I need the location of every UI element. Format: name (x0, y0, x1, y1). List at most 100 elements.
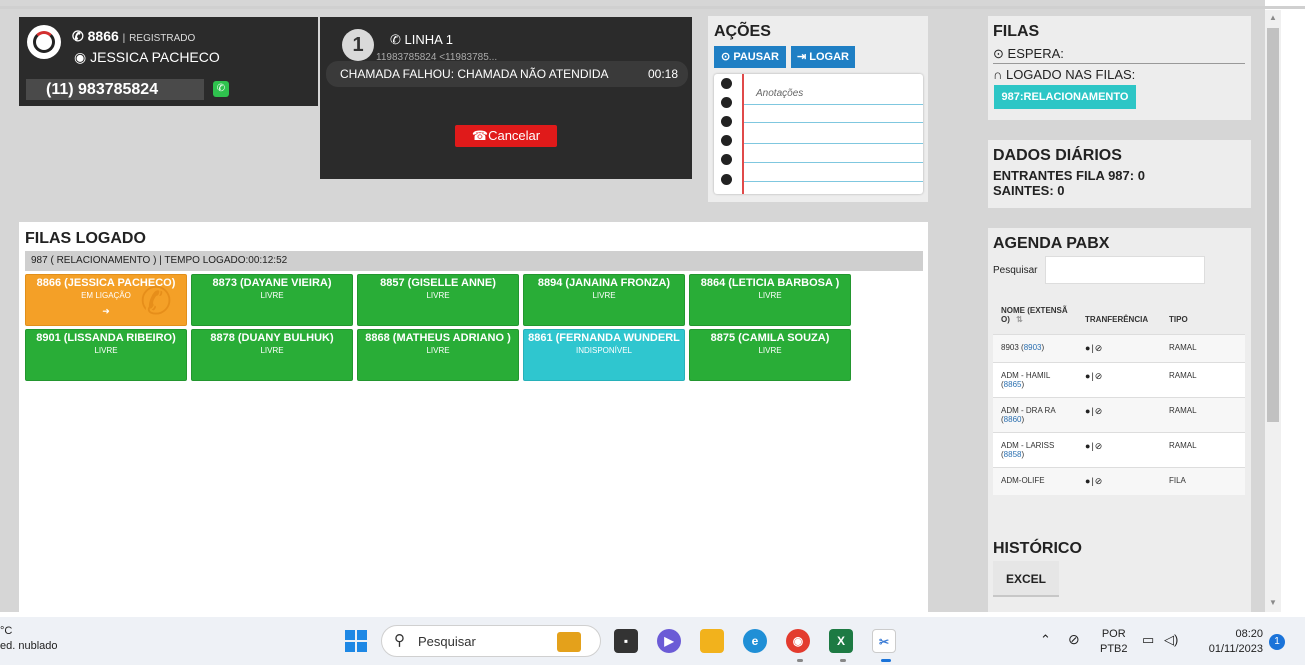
extension-card: ✆ 8866 | REGISTRADO ◉ JESSICA PACHECO (1… (19, 17, 318, 106)
call-status: CHAMADA FALHOU: CHAMADA NÃO ATENDIDA 00:… (326, 61, 688, 87)
scrollbar-thumb[interactable] (1267, 28, 1279, 422)
table-row[interactable]: ADM-OLIFE ●|⊘ FILA (993, 467, 1245, 495)
user-icon[interactable]: ● (1085, 441, 1091, 451)
weather-widget[interactable]: °C ed. nublado (0, 624, 58, 654)
login-button[interactable]: ⇥ LOGAR (791, 46, 855, 68)
vertical-scrollbar[interactable]: ▲ ▼ (1265, 10, 1281, 612)
monitor-icon[interactable]: ▭ (1142, 632, 1154, 648)
taskbar: °C ed. nublado ⚲ Pesquisar ▪ ▶ e ◉ X ✂ ⌃… (0, 617, 1305, 665)
taskbar-search[interactable]: ⚲ Pesquisar (381, 625, 601, 657)
history-panel: HISTÓRICO EXCEL (988, 533, 1251, 612)
table-row[interactable]: ADM - HAMIL (8865) ●|⊘ RAMAL (993, 362, 1245, 398)
task-view-icon[interactable]: ▪ (614, 629, 638, 653)
logged-queues-title: FILAS LOGADO (25, 230, 146, 247)
file-explorer-icon[interactable] (700, 629, 724, 653)
user-circle-icon: ◉ (74, 49, 87, 65)
agent-tile[interactable]: 8861 (FERNANDA WUNDERL INDISPONÍVEL (523, 329, 685, 381)
hangup-icon: ☎ (471, 128, 489, 143)
sort-icon[interactable]: ⇅ (1016, 315, 1023, 324)
snipping-tool-icon[interactable]: ✂ (872, 629, 896, 653)
clock[interactable]: 08:20 01/11/2023 (1199, 627, 1263, 657)
extension-number: 8866 (87, 28, 119, 44)
user-icon[interactable]: ● (1085, 406, 1091, 416)
agent-tile[interactable]: 8901 (LISSANDA RIBEIRO) LIVRE (25, 329, 187, 381)
actions-panel: AÇÕES ⊙ PAUSAR ⇥ LOGAR Anotações (708, 16, 928, 202)
pause-button[interactable]: ⊙ PAUSAR (714, 46, 786, 68)
windows-start-icon[interactable] (345, 630, 367, 652)
agent-name: JESSICA PACHECO (90, 49, 220, 65)
notes-pad[interactable]: Anotações (714, 74, 923, 194)
logo (27, 25, 61, 59)
agent-tile[interactable]: 8878 (DUANY BULHUK) LIVRE (191, 329, 353, 381)
excel-icon[interactable]: X (829, 629, 853, 653)
user-slash-icon[interactable]: ⊘ (1095, 371, 1104, 381)
user-slash-icon[interactable]: ⊘ (1095, 476, 1104, 486)
scroll-up-icon[interactable]: ▲ (1268, 13, 1278, 23)
queue-badge[interactable]: 987:RELACIONAMENTO (994, 85, 1136, 109)
agent-tile[interactable]: 8868 (MATHEUS ADRIANO ) LIVRE (357, 329, 519, 381)
extension-link[interactable]: 8865 (1004, 380, 1022, 389)
user-icon[interactable]: ● (1085, 476, 1091, 486)
sign-in-icon: ⇥ (796, 51, 807, 63)
excel-button[interactable]: EXCEL (993, 561, 1059, 597)
registration-status: REGISTRADO (129, 33, 196, 44)
column-header-type[interactable]: TIPO (1161, 303, 1245, 335)
agent-tile[interactable]: 8857 (GISELLE ANNE) LIVRE (357, 274, 519, 326)
transfer-icons[interactable]: ●|⊘ (1077, 432, 1161, 468)
teams-chat-icon[interactable]: ▶ (657, 629, 681, 653)
phone-icon: ✆ (140, 281, 172, 323)
chevron-up-icon[interactable]: ⌃ (1040, 632, 1051, 648)
phone-icon: ✆ (72, 28, 84, 44)
search-icon: ⚲ (394, 632, 405, 649)
line-card: 1 ✆ LINHA 1 11983785824 <11983785... CHA… (320, 17, 692, 179)
incoming-count: ENTRANTES FILA 987: 0 (993, 168, 1145, 183)
notes-label: Anotações (756, 88, 804, 99)
speaker-icon[interactable]: ◁) (1164, 632, 1178, 648)
language-indicator[interactable]: POR PTB2 (1100, 627, 1128, 657)
agent-tile[interactable]: 8875 (CAMILA SOUZA) LIVRE (689, 329, 851, 381)
user-icon[interactable]: ● (1085, 343, 1091, 353)
agent-tile[interactable]: ✆ 8866 (JESSICA PACHECO) EM LIGAÇÃO ➜ (25, 274, 187, 326)
column-header-transfer[interactable]: TRANFERÊNCIA (1077, 303, 1161, 335)
headphones-icon: ∩ (993, 67, 1003, 82)
user-slash-icon[interactable]: ⊘ (1095, 406, 1104, 416)
user-slash-icon[interactable]: ⊘ (1095, 343, 1104, 353)
search-label: Pesquisar (993, 265, 1038, 276)
logged-queues-label: LOGADO NAS FILAS: (1005, 67, 1136, 82)
cancel-button[interactable]: ☎Cancelar (455, 125, 557, 147)
extension-link[interactable]: 8858 (1004, 450, 1022, 459)
logged-queues-panel: FILAS LOGADO 987 ( RELACIONAMENTO ) | TE… (19, 222, 928, 612)
agent-tile[interactable]: 8873 (DAYANE VIEIRA) LIVRE (191, 274, 353, 326)
agent-tile[interactable]: 8864 (LETICIA BARBOSA ) LIVRE (689, 274, 851, 326)
agent-phone: (11) 983785824 (26, 79, 204, 100)
queues-panel: FILAS ⊙ ESPERA: ∩ LOGADO NAS FILAS: 987:… (988, 16, 1251, 120)
call-status-message: CHAMADA FALHOU: CHAMADA NÃO ATENDIDA (340, 67, 609, 81)
transfer-icons[interactable]: ●|⊘ (1077, 467, 1161, 495)
notification-badge[interactable]: 1 (1269, 634, 1285, 650)
scroll-down-icon[interactable]: ▼ (1268, 598, 1278, 608)
network-off-icon[interactable]: ⊘ (1068, 631, 1080, 648)
actions-title: AÇÕES (714, 23, 771, 40)
user-slash-icon[interactable]: ⊘ (1095, 441, 1104, 451)
directory-search-input[interactable] (1045, 256, 1205, 284)
transfer-icons[interactable]: ●|⊘ (1077, 362, 1161, 398)
extension-link[interactable]: 8903 (1024, 343, 1042, 352)
whatsapp-icon[interactable]: ✆ (213, 81, 229, 97)
extension-link[interactable]: 8860 (1004, 415, 1022, 424)
user-icon[interactable]: ● (1085, 371, 1091, 381)
table-row[interactable]: ADM - DRA RA (8860) ●|⊘ RAMAL (993, 397, 1245, 433)
agent-tile[interactable]: 8894 (JANAINA FRONZA) LIVRE (523, 274, 685, 326)
softphone-app: ✆ 8866 | REGISTRADO ◉ JESSICA PACHECO (1… (0, 0, 1265, 612)
transfer-icons[interactable]: ●|⊘ (1077, 397, 1161, 433)
directory-title: AGENDA PABX (993, 235, 1110, 252)
chrome-icon[interactable]: ◉ (786, 629, 810, 653)
table-row[interactable]: ADM - LARISS (8858) ●|⊘ RAMAL (993, 432, 1245, 468)
table-row[interactable]: 8903 (8903) ●|⊘ RAMAL (993, 334, 1245, 363)
pbx-directory-panel: AGENDA PABX Pesquisar NOME (EXTENSÃ O) ⇅… (988, 228, 1251, 538)
daily-stats-panel: DADOS DIÁRIOS ENTRANTES FILA 987: 0 SAIN… (988, 140, 1251, 208)
edge-icon[interactable]: e (743, 629, 767, 653)
daily-stats-title: DADOS DIÁRIOS (993, 147, 1122, 164)
column-header-name[interactable]: NOME (EXTENSÃ O) ⇅ (993, 303, 1077, 335)
clock-icon: ⊙ (721, 51, 731, 63)
transfer-icons[interactable]: ●|⊘ (1077, 334, 1161, 363)
